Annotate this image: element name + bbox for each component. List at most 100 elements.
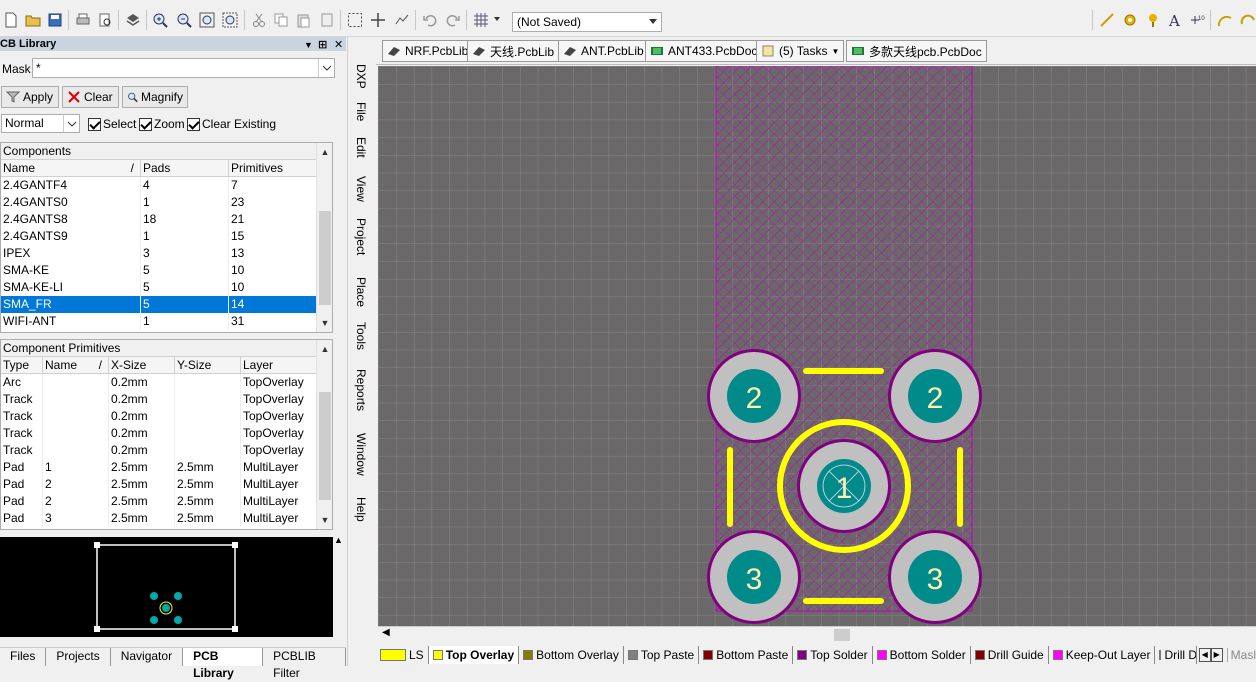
doc-tab-nrf[interactable]: NRF.PcbLib bbox=[382, 40, 474, 62]
canvas-hscrollbar[interactable]: ◀ bbox=[378, 626, 1256, 643]
doc-tab-tianxian[interactable]: 天线.PcbLib bbox=[467, 40, 560, 62]
tab-pcblib-filter[interactable]: PCBLIB Filter bbox=[263, 648, 346, 680]
table-row[interactable]: Pad 2 2.5mm 2.5mm MultiLayer bbox=[1, 493, 332, 510]
menu-window[interactable]: Window bbox=[354, 433, 368, 476]
scroll-thumb[interactable] bbox=[319, 211, 331, 305]
scroll-thumb[interactable] bbox=[834, 629, 850, 641]
copy-icon[interactable] bbox=[272, 11, 290, 29]
collapse-up-icon[interactable]: ▲ bbox=[334, 535, 343, 545]
menu-help[interactable]: Help bbox=[354, 497, 368, 522]
rubber-stamp-icon[interactable] bbox=[318, 11, 336, 29]
menu-dxp[interactable]: DXP bbox=[354, 64, 368, 89]
table-row[interactable]: Pad 1 2.5mm 2.5mm MultiLayer bbox=[1, 459, 332, 476]
scroll-left-icon[interactable]: ◀ bbox=[382, 627, 390, 638]
table-row[interactable]: Pad 3 2.5mm 2.5mm MultiLayer bbox=[1, 510, 332, 527]
table-row[interactable]: Track 0.2mm TopOverlay bbox=[1, 425, 332, 442]
table-row[interactable]: Pad 2 2.5mm 2.5mm MultiLayer bbox=[1, 476, 332, 493]
pcb-canvas[interactable]: 2 2 3 3 1 bbox=[378, 66, 1256, 626]
col-primitives-header[interactable]: Primitives bbox=[229, 160, 317, 176]
save-state-combo[interactable]: (Not Saved) bbox=[512, 12, 662, 32]
table-row[interactable]: 2.4GANTS9 1 15 bbox=[1, 228, 332, 245]
select-checkbox[interactable]: Select bbox=[88, 117, 136, 131]
col-prim-name-header[interactable]: Name / bbox=[43, 357, 109, 373]
layer-tab-top-paste[interactable]: Top Paste bbox=[624, 645, 700, 664]
layer-tab-bottom-solder[interactable]: Bottom Solder bbox=[873, 645, 971, 664]
menu-tools[interactable]: Tools bbox=[354, 322, 368, 350]
table-row[interactable]: Track 0.2mm TopOverlay bbox=[1, 391, 332, 408]
table-row[interactable]: Track 0.2mm TopOverlay bbox=[1, 442, 332, 459]
paste-icon[interactable] bbox=[294, 11, 312, 29]
scroll-up-icon[interactable]: ▲ bbox=[317, 144, 333, 160]
print-icon[interactable] bbox=[74, 11, 92, 29]
redo-icon[interactable] bbox=[444, 11, 462, 29]
zoom-fit-icon[interactable] bbox=[198, 11, 216, 29]
col-ysize-header[interactable]: Y-Size bbox=[175, 357, 241, 373]
layer-tab-keep-out[interactable]: Keep-Out Layer bbox=[1049, 645, 1156, 664]
zoom-in-icon[interactable] bbox=[151, 11, 169, 29]
open-folder-icon[interactable] bbox=[24, 11, 42, 29]
chevron-down-icon[interactable] bbox=[63, 115, 79, 132]
place-string-icon[interactable]: A bbox=[1166, 11, 1184, 29]
primitives-scrollbar[interactable]: ▲ ▼ bbox=[316, 340, 332, 529]
menu-place[interactable]: Place bbox=[354, 277, 368, 307]
pad-3-bottom-left[interactable]: 3 bbox=[707, 530, 801, 624]
clear-button[interactable]: Clear bbox=[62, 86, 119, 108]
layer-tab-top-overlay[interactable]: Top Overlay bbox=[428, 645, 520, 664]
move-icon[interactable] bbox=[369, 11, 387, 29]
table-row[interactable]: 2.4GANTS0 1 23 bbox=[1, 194, 332, 211]
tab-navigator[interactable]: Navigator bbox=[111, 648, 184, 666]
layer-tab-bottom-overlay[interactable]: Bottom Overlay bbox=[519, 645, 624, 664]
panel-menu-icon[interactable]: ▼ bbox=[304, 38, 313, 52]
layers-icon[interactable] bbox=[124, 11, 142, 29]
doc-tab-duokuan[interactable]: 多款天线pcb.PcbDoc bbox=[846, 40, 987, 62]
scroll-right-icon[interactable]: ▶ bbox=[1210, 647, 1223, 662]
pad-2-top-left[interactable]: 2 bbox=[707, 349, 801, 443]
doc-tab-ant433[interactable]: ANT433.PcbDoc bbox=[645, 40, 763, 62]
zoom-checkbox[interactable]: Zoom bbox=[139, 117, 185, 131]
mask-level-button[interactable]: Masl bbox=[1226, 647, 1256, 662]
table-row[interactable]: 2.4GANTS8 18 21 bbox=[1, 211, 332, 228]
pad-3-bottom-right[interactable]: 3 bbox=[888, 530, 982, 624]
doc-tab-tasks[interactable]: (5) Tasks ▼ bbox=[756, 40, 845, 62]
table-row[interactable]: SMA_FR 5 14 bbox=[1, 296, 332, 313]
apply-button[interactable]: Apply bbox=[1, 86, 59, 108]
magnify-button[interactable]: Magnify bbox=[122, 86, 188, 108]
menu-reports[interactable]: Reports bbox=[354, 369, 368, 411]
menu-edit[interactable]: Edit bbox=[354, 137, 368, 158]
scroll-up-icon[interactable]: ▲ bbox=[317, 341, 333, 357]
place-coordinate-icon[interactable]: 10,10 bbox=[1188, 11, 1206, 29]
place-via-icon[interactable] bbox=[1144, 11, 1162, 29]
new-file-icon[interactable] bbox=[2, 11, 20, 29]
place-arc-icon[interactable] bbox=[1216, 11, 1234, 29]
table-row[interactable]: WIFI-ANT 1 31 bbox=[1, 313, 332, 330]
doc-tab-ant[interactable]: ANT.PcbLib bbox=[558, 40, 649, 62]
tab-files[interactable]: Files bbox=[0, 648, 47, 666]
scroll-down-icon[interactable]: ▼ bbox=[317, 315, 333, 331]
place-arc-center-icon[interactable] bbox=[1238, 11, 1256, 29]
layer-set-tab[interactable]: LS bbox=[378, 645, 429, 664]
table-row[interactable]: 2.4GANTF4 4 7 bbox=[1, 177, 332, 194]
table-row[interactable]: IPEX 3 13 bbox=[1, 245, 332, 262]
scroll-thumb[interactable] bbox=[319, 392, 331, 500]
col-layer-header[interactable]: Layer bbox=[241, 357, 317, 373]
deselect-icon[interactable] bbox=[393, 11, 411, 29]
col-type-header[interactable]: Type bbox=[1, 357, 43, 373]
table-row[interactable]: SMA-KE-LI 5 10 bbox=[1, 279, 332, 296]
table-row[interactable]: Track 0.2mm TopOverlay bbox=[1, 408, 332, 425]
undo-icon[interactable] bbox=[421, 11, 439, 29]
layer-tab-top-solder[interactable]: Top Solder bbox=[793, 645, 873, 664]
pad-1-center[interactable]: 1 bbox=[797, 439, 891, 533]
scroll-left-icon[interactable]: ◀ bbox=[1198, 647, 1211, 662]
chevron-down-icon[interactable]: ▼ bbox=[831, 47, 839, 56]
scroll-down-icon[interactable]: ▼ bbox=[317, 512, 333, 528]
save-icon[interactable] bbox=[46, 11, 64, 29]
col-name-header[interactable]: Name / bbox=[1, 160, 141, 176]
close-icon[interactable]: ✕ bbox=[334, 38, 343, 52]
mode-select[interactable]: Normal bbox=[1, 114, 80, 133]
table-row[interactable]: SMA-KE 5 10 bbox=[1, 262, 332, 279]
grid-icon[interactable] bbox=[472, 11, 490, 29]
table-row[interactable]: Arc 0.2mm TopOverlay bbox=[1, 374, 332, 391]
select-area-icon[interactable] bbox=[346, 11, 364, 29]
mask-input[interactable]: * bbox=[32, 58, 335, 78]
components-scrollbar[interactable]: ▲ ▼ bbox=[316, 143, 332, 332]
